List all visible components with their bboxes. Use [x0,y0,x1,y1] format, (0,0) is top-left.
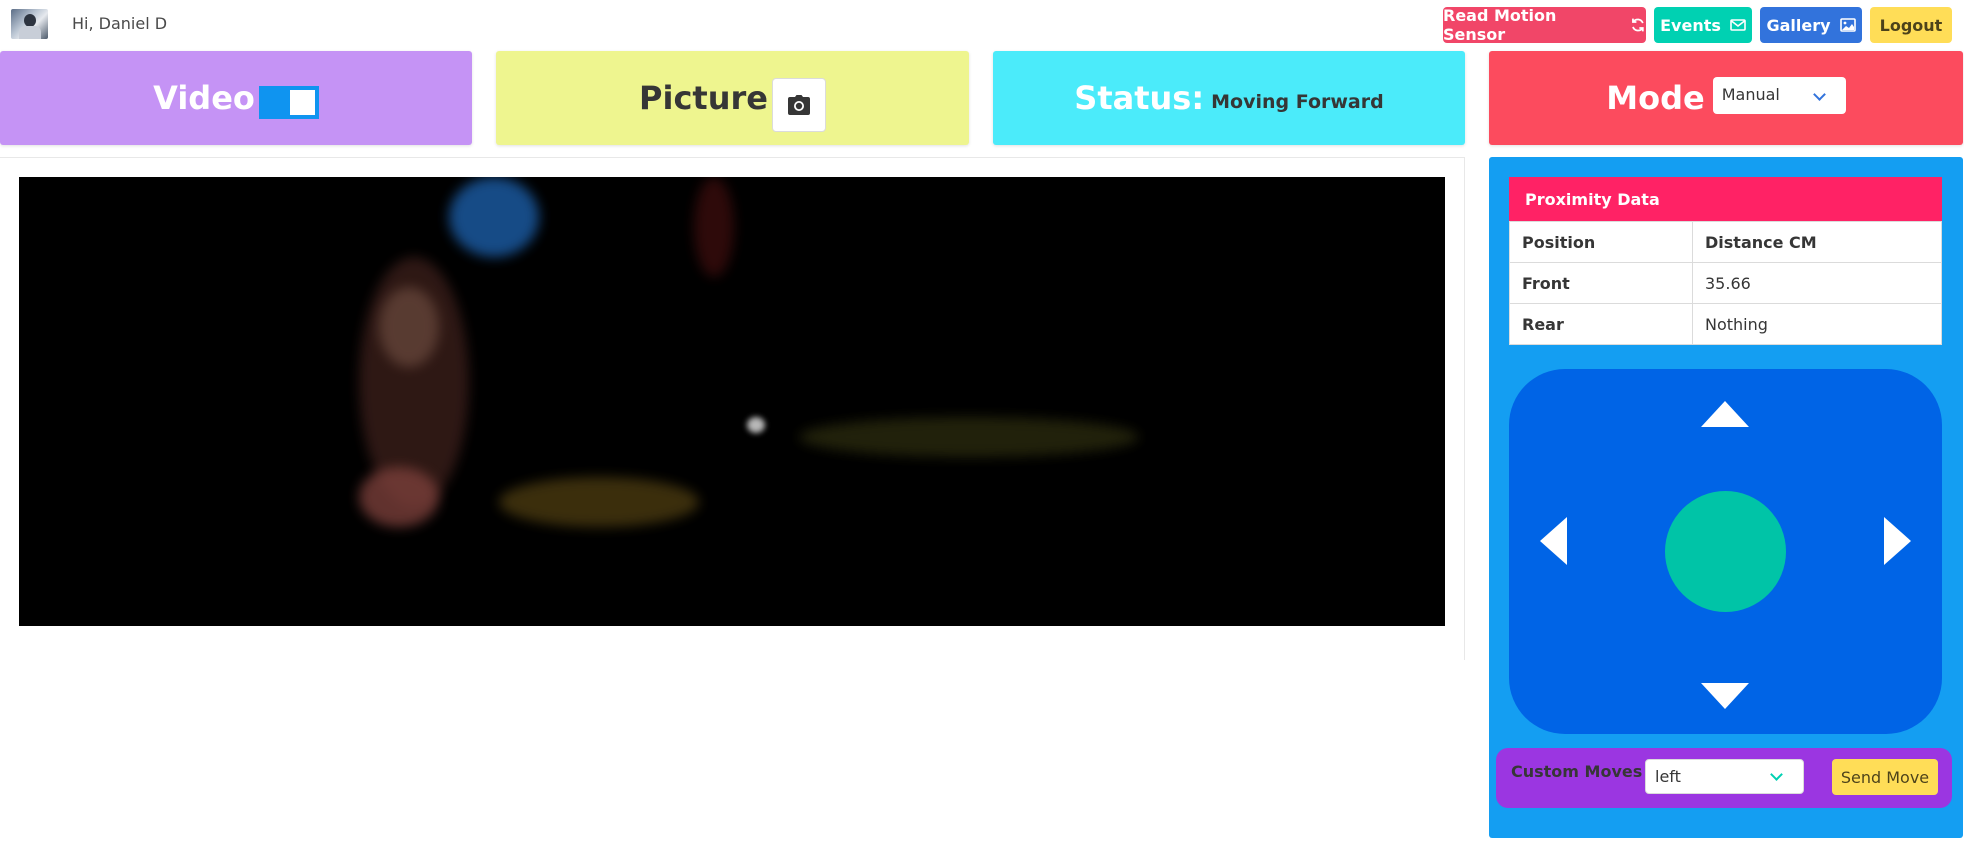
read-motion-sensor-button[interactable]: Read Motion Sensor [1443,6,1646,44]
greeting: Hi, Daniel D [72,14,168,33]
status-value: Moving Forward [1211,91,1384,113]
distance-cell: Nothing [1692,303,1942,345]
image-icon [1839,18,1856,32]
column-header: Position [1509,221,1693,263]
chevron-down-icon [1812,87,1826,101]
mode-tile: Mode Manual [1489,51,1963,145]
proximity-header: Proximity Data [1509,177,1942,221]
mode-title: Mode [1606,79,1705,117]
send-move-label: Send Move [1840,767,1930,787]
send-move-button[interactable]: Send Move [1832,759,1938,795]
custom-move-selected-value: left [1655,767,1681,786]
proximity-card: Proximity Data Position Distance CM Fron… [1509,177,1942,345]
video-toggle[interactable] [258,85,319,119]
avatar [11,9,48,39]
video-stream [19,177,1445,626]
gallery-label: Gallery [1766,15,1831,35]
arrow-down-icon[interactable] [1701,683,1749,709]
distance-cell: 35.66 [1692,262,1942,304]
arrow-left-icon[interactable] [1540,517,1567,565]
picture-title: Picture [639,79,768,117]
mode-selected-value: Manual [1721,84,1780,104]
custom-move-select[interactable]: left [1645,759,1804,794]
status-tile: Status: Moving Forward [993,51,1465,145]
events-label: Events [1660,15,1721,35]
camera-icon [787,95,810,115]
gallery-button[interactable]: Gallery [1760,7,1862,43]
arrow-right-icon[interactable] [1884,517,1911,565]
picture-tile: Picture [496,51,969,145]
logout-button[interactable]: Logout [1870,7,1952,43]
proximity-table: Position Distance CM Front 35.66 Rear No… [1509,221,1942,345]
logout-label: Logout [1879,15,1943,35]
chevron-down-icon [1770,768,1783,781]
top-bar: Hi, Daniel D Read Motion Sensor Events G… [0,0,1964,50]
arrow-up-icon[interactable] [1701,401,1749,427]
table-row: Rear Nothing [1509,303,1942,345]
custom-moves-label: Custom Moves [1511,762,1643,781]
position-cell: Rear [1509,303,1693,345]
events-button[interactable]: Events [1654,7,1752,43]
stop-button[interactable] [1665,491,1786,612]
position-cell: Front [1509,262,1693,304]
take-picture-button[interactable] [771,78,826,132]
read-motion-sensor-label: Read Motion Sensor [1443,6,1557,44]
table-header-row: Position Distance CM [1509,221,1942,263]
mode-select[interactable]: Manual [1712,76,1846,114]
video-title: Video [153,79,255,117]
column-header: Distance CM [1692,221,1942,263]
envelope-icon [1730,19,1746,31]
table-row: Front 35.66 [1509,262,1942,304]
video-tile: Video [0,51,472,145]
status-title: Status: [1074,79,1205,117]
refresh-icon [1632,18,1644,32]
